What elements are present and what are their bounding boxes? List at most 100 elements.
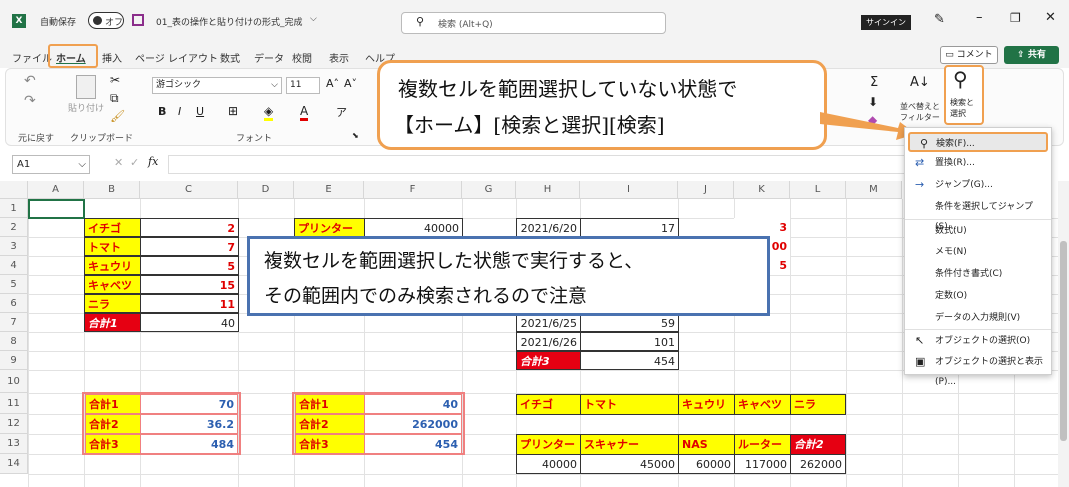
cell-value[interactable]: 117000	[734, 454, 791, 474]
name-box[interactable]: A1 ⌵	[12, 155, 90, 174]
paste-button[interactable]: 貼り付け	[68, 101, 104, 114]
cell-value[interactable]: 17	[580, 218, 679, 237]
cell-total-label[interactable]: 合計1	[84, 313, 141, 332]
cell-value[interactable]: 2	[140, 218, 239, 237]
cell-label[interactable]: キュウリ	[678, 394, 735, 415]
search-box[interactable]: ⚲ 検索 (Alt+Q)	[401, 12, 666, 34]
undo-icon[interactable]: ↶	[24, 73, 36, 89]
column-header[interactable]: G	[462, 181, 516, 199]
row-header[interactable]: 10	[0, 370, 28, 393]
tab-page-layout[interactable]: ページ レイアウト	[135, 50, 218, 65]
tab-view[interactable]: 表示	[329, 50, 349, 65]
cell-label[interactable]: 合計2	[295, 414, 365, 434]
cell-value[interactable]: 262000	[364, 414, 462, 434]
row-header[interactable]: 9	[0, 351, 28, 370]
row-header[interactable]: 4	[0, 256, 28, 275]
menu-item-data-validation[interactable]: データの入力規則(V)	[905, 308, 1051, 328]
cell-label[interactable]: 合計3	[295, 434, 365, 454]
cell-value[interactable]: 454	[364, 434, 462, 454]
cell-date[interactable]: 2021/6/26	[516, 332, 581, 351]
tab-review[interactable]: 校閲	[292, 50, 312, 65]
cell-value[interactable]: 36.2	[140, 414, 238, 434]
menu-item-notes[interactable]: メモ(N)	[905, 242, 1051, 262]
autosum-icon[interactable]: Σ	[870, 75, 878, 90]
column-header[interactable]: C	[140, 181, 238, 199]
maximize-icon[interactable]: ❐	[1010, 11, 1021, 25]
file-name[interactable]: 01_表の操作と貼り付けの形式_完成	[156, 15, 302, 28]
font-size-select[interactable]: 11	[286, 77, 320, 94]
menu-item-replace[interactable]: ⇄ 置換(R)...	[905, 153, 1051, 173]
column-header[interactable]: A	[28, 181, 84, 199]
cell-label[interactable]: キュウリ	[84, 256, 141, 275]
paste-icon[interactable]	[76, 75, 96, 99]
underline-icon[interactable]: U	[196, 105, 204, 118]
row-header[interactable]: 3	[0, 237, 28, 256]
cell-label[interactable]: 合計1	[295, 394, 365, 414]
cancel-icon[interactable]: ✕	[114, 156, 123, 169]
italic-icon[interactable]: I	[178, 105, 181, 118]
sort-filter-icon[interactable]: A↓	[910, 75, 930, 90]
cell-label[interactable]: トマト	[84, 237, 141, 256]
autosave-toggle[interactable]: オフ	[88, 12, 124, 29]
column-header[interactable]: H	[516, 181, 580, 199]
column-header[interactable]: K	[734, 181, 790, 199]
phonetic-icon[interactable]: ア	[336, 104, 347, 120]
row-header[interactable]: 6	[0, 294, 28, 313]
share-button[interactable]: ⇪ 共有	[1004, 46, 1059, 64]
cell-label[interactable]: プリンター	[516, 434, 581, 455]
active-cell-a1[interactable]	[28, 199, 85, 219]
cell-value[interactable]: 3	[734, 218, 790, 237]
row-header[interactable]: 5	[0, 275, 28, 294]
cell-value[interactable]: 7	[140, 237, 239, 256]
cell-label[interactable]: キャベツ	[84, 275, 141, 294]
cell-total-label[interactable]: 合計3	[516, 351, 581, 370]
row-header[interactable]: 1	[0, 199, 28, 218]
cut-icon[interactable]: ✂	[110, 73, 120, 87]
menu-item-formulas[interactable]: 数式(U)	[905, 221, 1051, 241]
minimize-icon[interactable]: –	[976, 10, 983, 25]
cell-label[interactable]: 合計3	[85, 434, 141, 454]
column-header[interactable]: B	[84, 181, 140, 199]
cell-label[interactable]: ニラ	[790, 394, 846, 415]
column-header[interactable]: D	[238, 181, 294, 199]
worksheet-grid[interactable]: A B C D E F G H I J K L M 1 2 3 4 5 6 7 …	[0, 181, 1058, 487]
fill-color-icon[interactable]: ◈	[264, 104, 274, 121]
redo-icon[interactable]: ↷	[24, 93, 36, 109]
cell-value[interactable]: 60000	[678, 454, 735, 474]
cell-value[interactable]: 101	[580, 332, 679, 351]
menu-item-goto[interactable]: → ジャンプ(G)...	[905, 175, 1051, 195]
cell-value[interactable]: 40	[364, 394, 462, 414]
cell-label[interactable]: 合計2	[85, 414, 141, 434]
column-header[interactable]: I	[580, 181, 678, 199]
cell-total-value[interactable]: 40	[140, 313, 239, 332]
vertical-scrollbar[interactable]	[1058, 181, 1069, 487]
cell-value[interactable]: 45000	[580, 454, 679, 474]
pen-icon[interactable]: ✎	[934, 12, 945, 27]
column-header[interactable]: M	[846, 181, 902, 199]
bold-icon[interactable]: B	[158, 105, 166, 118]
row-header[interactable]: 11	[0, 393, 28, 414]
comment-button[interactable]: ▭ コメント	[940, 46, 998, 64]
cell-label[interactable]: ルーター	[734, 434, 791, 455]
column-header[interactable]: J	[678, 181, 734, 199]
cell-label[interactable]: ニラ	[84, 294, 141, 313]
tab-data[interactable]: データ	[254, 50, 284, 65]
cell-value[interactable]: 15	[140, 275, 239, 294]
font-name-select[interactable]: 游ゴシック ⌵	[152, 77, 282, 94]
scrollbar-thumb[interactable]	[1060, 241, 1067, 441]
cell-label[interactable]: キャベツ	[734, 394, 791, 415]
cell-label[interactable]: 合計1	[85, 394, 141, 414]
row-header[interactable]: 2	[0, 218, 28, 237]
menu-item-goto-special[interactable]: 条件を選択してジャンプ(S)...	[905, 197, 1051, 232]
cell-value[interactable]: 70	[140, 394, 238, 414]
row-header[interactable]: 13	[0, 434, 28, 454]
cell-value[interactable]: 484	[140, 434, 238, 454]
cell-value[interactable]: 5	[140, 256, 239, 275]
cell-value[interactable]: 40000	[364, 218, 463, 237]
tab-insert[interactable]: 挿入	[102, 50, 122, 65]
cell-label[interactable]: イチゴ	[516, 394, 581, 415]
tab-formulas[interactable]: 数式	[220, 50, 240, 65]
enter-icon[interactable]: ✓	[130, 156, 139, 169]
tab-file[interactable]: ファイル	[12, 50, 52, 65]
row-header[interactable]: 7	[0, 313, 28, 332]
